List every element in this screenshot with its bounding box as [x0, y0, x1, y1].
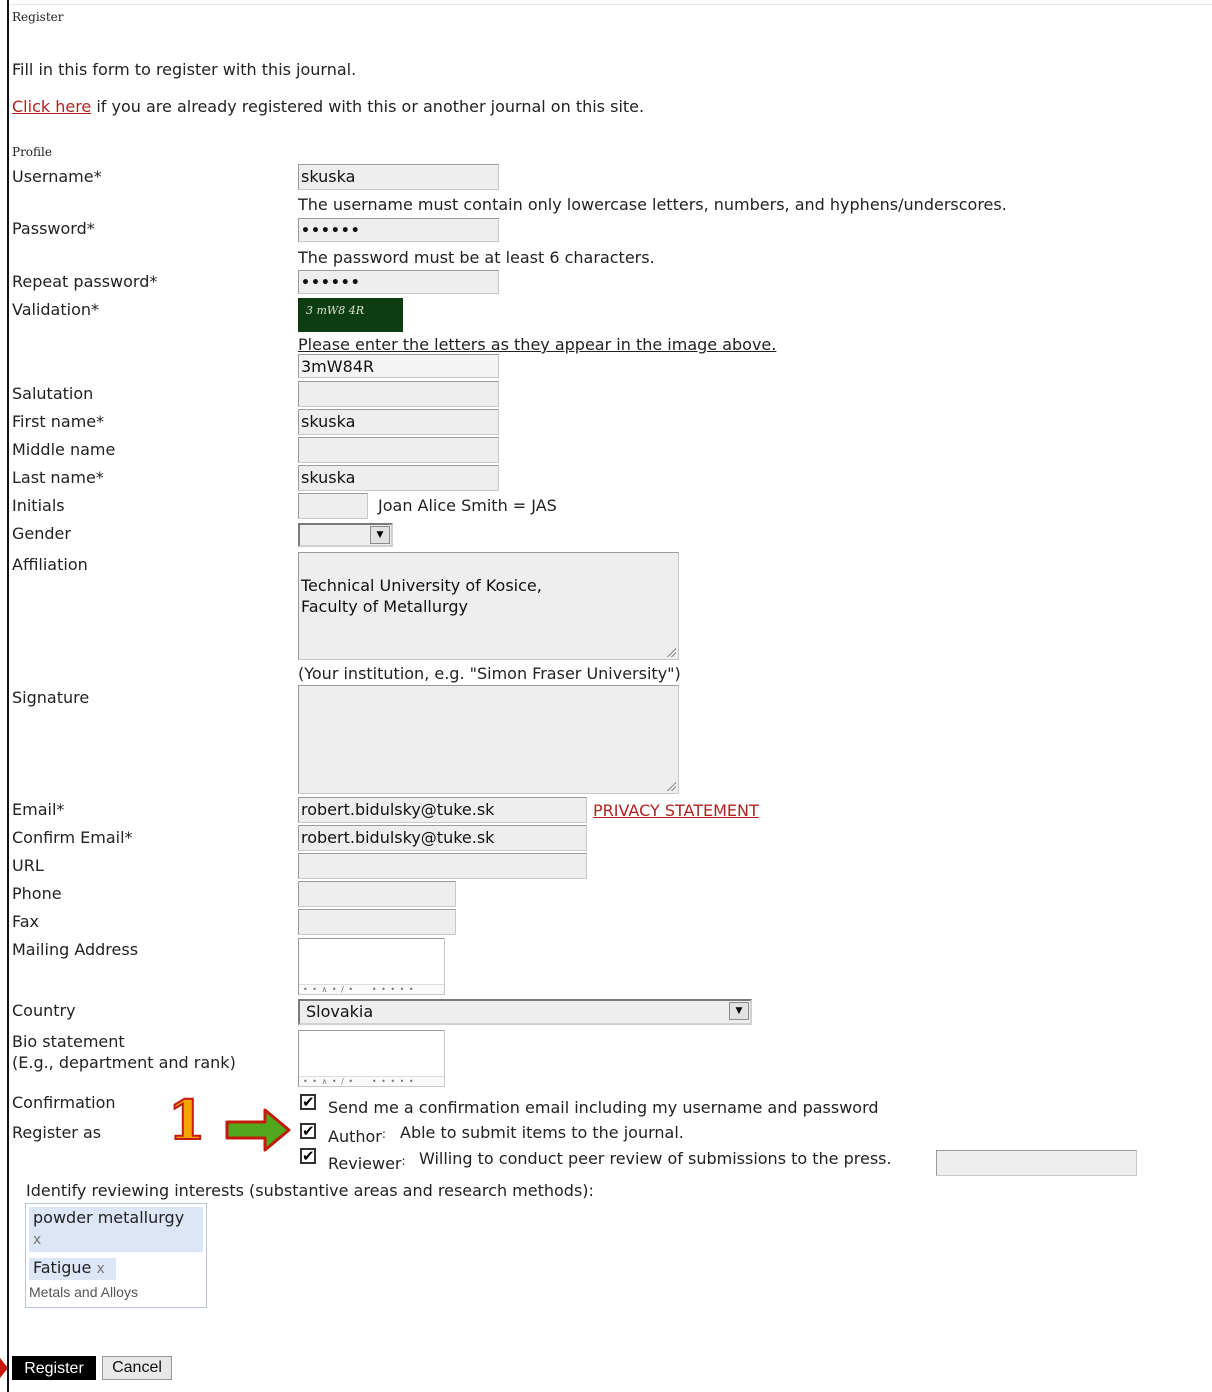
- phone-label: Phone: [12, 884, 62, 903]
- left-border: [7, 0, 9, 1392]
- interest-tag-label: powder metallurgy: [33, 1208, 185, 1227]
- reviewer-role-label: Reviewer: [328, 1154, 402, 1173]
- remove-tag-icon[interactable]: x: [97, 1261, 105, 1277]
- pointer-arrow-shape: [0, 1358, 8, 1378]
- password-input[interactable]: ••••••: [298, 218, 499, 242]
- annotation-arrow-icon: [225, 1108, 291, 1152]
- annotation-arrow-shape: [225, 1108, 291, 1152]
- reviewing-interests-box[interactable]: powder metallurgy x Fatigue x Metals and…: [25, 1203, 207, 1308]
- bio-toolbar[interactable]: • • ∧ • / • • • • • •: [299, 1076, 444, 1086]
- mailing-address-label: Mailing Address: [12, 940, 139, 959]
- initials-hint: Joan Alice Smith = JAS: [378, 496, 557, 515]
- url-label: URL: [12, 856, 44, 875]
- salutation-input[interactable]: [298, 381, 499, 407]
- register-button[interactable]: Register: [12, 1356, 96, 1380]
- reviewing-interests-label: Identify reviewing interests (substantiv…: [26, 1181, 594, 1200]
- register-page: Register Fill in this form to register w…: [0, 0, 1212, 1392]
- interest-tag-label: Fatigue: [33, 1258, 92, 1277]
- fax-label: Fax: [12, 912, 40, 931]
- email-input[interactable]: robert.bidulsky@tuke.sk: [298, 797, 587, 823]
- first-name-input[interactable]: skuska: [298, 409, 499, 435]
- gender-label: Gender: [12, 524, 71, 543]
- username-label: Username*: [12, 167, 102, 186]
- signature-textarea[interactable]: [298, 685, 679, 794]
- validation-hint-text: Please enter the letters as they appear …: [298, 335, 777, 354]
- validation-hint: Please enter the letters as they appear …: [298, 335, 776, 354]
- country-value: Slovakia: [306, 1002, 374, 1021]
- register-as-label: Register as: [12, 1123, 102, 1142]
- username-hint: The username must contain only lowercase…: [298, 195, 1007, 214]
- login-line-text: if you are already registered with this …: [91, 97, 645, 116]
- gender-select[interactable]: ▼: [298, 523, 393, 547]
- chevron-down-icon[interactable]: ▼: [729, 1002, 749, 1020]
- interest-input[interactable]: Metals and Alloys: [29, 1284, 138, 1300]
- section-title-profile: Profile: [12, 145, 52, 159]
- initials-input[interactable]: [298, 493, 368, 519]
- bio-editor[interactable]: • • ∧ • / • • • • • •: [298, 1030, 445, 1087]
- country-select[interactable]: Slovakia ▼: [298, 999, 752, 1025]
- confirm-email-label: Confirm Email*: [12, 828, 133, 847]
- reviewer-checkbox[interactable]: ✔: [300, 1148, 316, 1164]
- affiliation-value: Technical University of Kosice, Faculty …: [301, 576, 542, 616]
- repeat-password-label: Repeat password*: [12, 272, 158, 291]
- affiliation-label: Affiliation: [12, 555, 88, 574]
- confirmation-label: Confirmation: [12, 1093, 116, 1112]
- resize-grip-icon[interactable]: [666, 781, 676, 791]
- interest-tag: powder metallurgy x: [29, 1207, 203, 1252]
- login-line: Click here if you are already registered…: [12, 97, 644, 116]
- reviewer-input[interactable]: [936, 1150, 1137, 1176]
- middle-name-label: Middle name: [12, 440, 116, 459]
- country-label: Country: [12, 1001, 76, 1020]
- last-name-label: Last name*: [12, 468, 104, 487]
- author-role-label: Author: [328, 1127, 382, 1146]
- login-link[interactable]: Click here: [12, 97, 91, 116]
- validation-label: Validation*: [12, 300, 100, 319]
- intro-text: Fill in this form to register with this …: [12, 60, 357, 79]
- page-title: Register: [12, 10, 64, 24]
- cancel-button[interactable]: Cancel: [102, 1356, 172, 1380]
- chevron-down-icon[interactable]: ▼: [370, 526, 390, 544]
- annotation-number: 1: [167, 1088, 207, 1152]
- author-checkbox[interactable]: ✔: [300, 1123, 316, 1139]
- password-label: Password*: [12, 219, 95, 238]
- resize-grip-icon[interactable]: [666, 647, 676, 657]
- captcha-image: 3 mW8 4R: [298, 298, 403, 332]
- first-name-label: First name*: [12, 412, 105, 431]
- interest-tag: Fatigue x: [29, 1258, 116, 1280]
- author-desc: Able to submit items to the journal.: [400, 1123, 684, 1142]
- remove-tag-icon[interactable]: x: [33, 1232, 41, 1248]
- username-input[interactable]: skuska: [298, 164, 499, 190]
- pointer-arrow-icon: [0, 1358, 8, 1378]
- middle-name-input[interactable]: [298, 437, 499, 463]
- signature-label: Signature: [12, 688, 90, 707]
- affiliation-textarea[interactable]: Technical University of Kosice, Faculty …: [298, 552, 679, 660]
- salutation-label: Salutation: [12, 384, 94, 403]
- mailing-address-toolbar[interactable]: • • ∧ • / • • • • • •: [299, 984, 444, 994]
- mailing-address-editor[interactable]: • • ∧ • / • • • • • •: [298, 938, 445, 995]
- bio-sublabel: (E.g., department and rank): [12, 1053, 236, 1072]
- top-divider: [9, 4, 1212, 5]
- affiliation-hint: (Your institution, e.g. "Simon Fraser Un…: [298, 664, 681, 683]
- initials-label: Initials: [12, 496, 65, 515]
- password-hint: The password must be at least 6 characte…: [298, 248, 655, 267]
- phone-input[interactable]: [298, 881, 456, 907]
- confirmation-checkbox[interactable]: ✔: [300, 1094, 316, 1110]
- fax-input[interactable]: [298, 909, 456, 935]
- privacy-statement-link[interactable]: PRIVACY STATEMENT: [593, 801, 759, 820]
- confirm-email-input[interactable]: robert.bidulsky@tuke.sk: [298, 825, 587, 851]
- bio-label: Bio statement: [12, 1032, 125, 1051]
- author-role: Author:: [328, 1127, 386, 1146]
- reviewer-desc: Willing to conduct peer review of submis…: [419, 1149, 892, 1168]
- email-label: Email*: [12, 800, 65, 819]
- confirmation-text: Send me a confirmation email including m…: [328, 1098, 879, 1117]
- last-name-input[interactable]: skuska: [298, 465, 499, 491]
- url-input[interactable]: [298, 853, 587, 879]
- reviewer-role: Reviewer:: [328, 1154, 406, 1173]
- repeat-password-input[interactable]: ••••••: [298, 270, 499, 294]
- validation-input[interactable]: 3mW84R: [298, 354, 499, 378]
